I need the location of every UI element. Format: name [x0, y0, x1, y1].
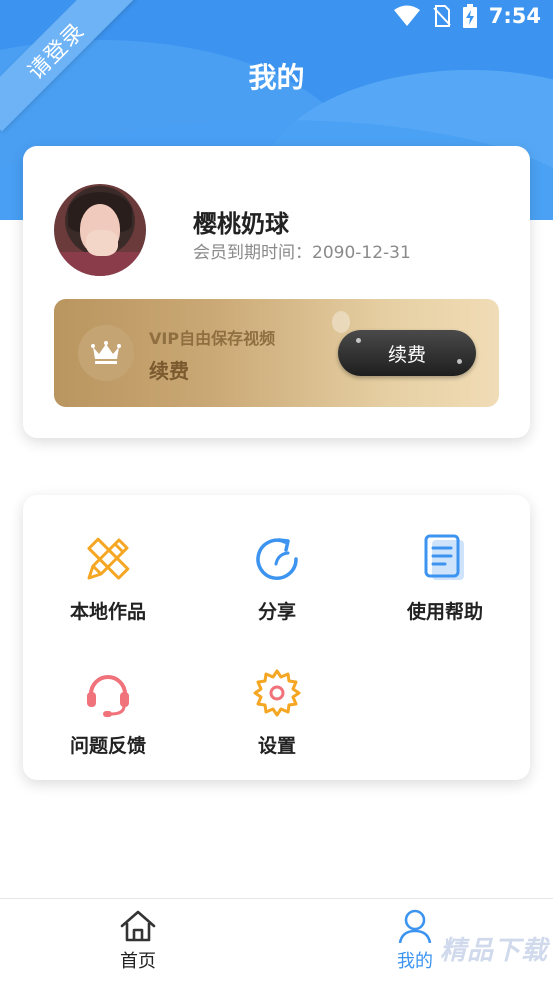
menu-item-label: 本地作品 [69, 601, 146, 623]
gear-icon [253, 669, 301, 717]
menu-item-settings[interactable]: 设置 [202, 667, 352, 777]
nav-home-label: 首页 [120, 951, 156, 972]
user-icon [398, 909, 432, 943]
vip-title: VIP自由保存视频 [149, 329, 276, 348]
renew-button-label: 续费 [387, 343, 426, 366]
wifi-icon [393, 5, 420, 26]
nav-home[interactable]: 首页 [83, 909, 193, 979]
menu-item-label: 设置 [257, 735, 296, 757]
home-icon [120, 910, 156, 942]
vip-banner: VIP自由保存视频 续费 续费 [54, 299, 499, 407]
watermark: 精品下载 [440, 936, 549, 966]
battery-charging-icon [462, 4, 477, 28]
page-title: 我的 [248, 61, 305, 94]
pencil-ruler-icon [87, 537, 130, 580]
menu-item-local-works[interactable]: 本地作品 [33, 533, 183, 643]
document-icon [424, 534, 464, 580]
menu-item-share[interactable]: 分享 [202, 533, 352, 643]
menu-item-help[interactable]: 使用帮助 [370, 533, 520, 643]
menu-item-label: 问题反馈 [69, 735, 146, 757]
user-name: 樱桃奶球 [193, 210, 289, 238]
menu-card: 本地作品 分享 使用帮助 问题反馈 设置 [23, 495, 530, 780]
menu-item-label: 分享 [257, 601, 296, 623]
crown-icon [91, 341, 121, 364]
renew-button[interactable]: 续费 [338, 330, 476, 376]
nav-mine-label: 我的 [397, 951, 433, 972]
avatar[interactable] [54, 184, 146, 276]
status-time: 7:54 [488, 4, 541, 28]
status-bar: 7:54 [393, 4, 541, 28]
menu-item-label: 使用帮助 [406, 601, 483, 623]
member-expiry: 会员到期时间：2090-12-31 [193, 243, 411, 263]
headset-icon [87, 675, 129, 717]
menu-item-feedback[interactable]: 问题反馈 [33, 667, 183, 777]
crown-badge [78, 325, 134, 381]
vip-subtitle: 续费 [149, 359, 189, 383]
share-refresh-icon [256, 538, 298, 580]
profile-card: 樱桃奶球 会员到期时间：2090-12-31 VIP自由保存视频 续费 续费 [23, 146, 530, 438]
no-sim-icon [433, 5, 451, 27]
